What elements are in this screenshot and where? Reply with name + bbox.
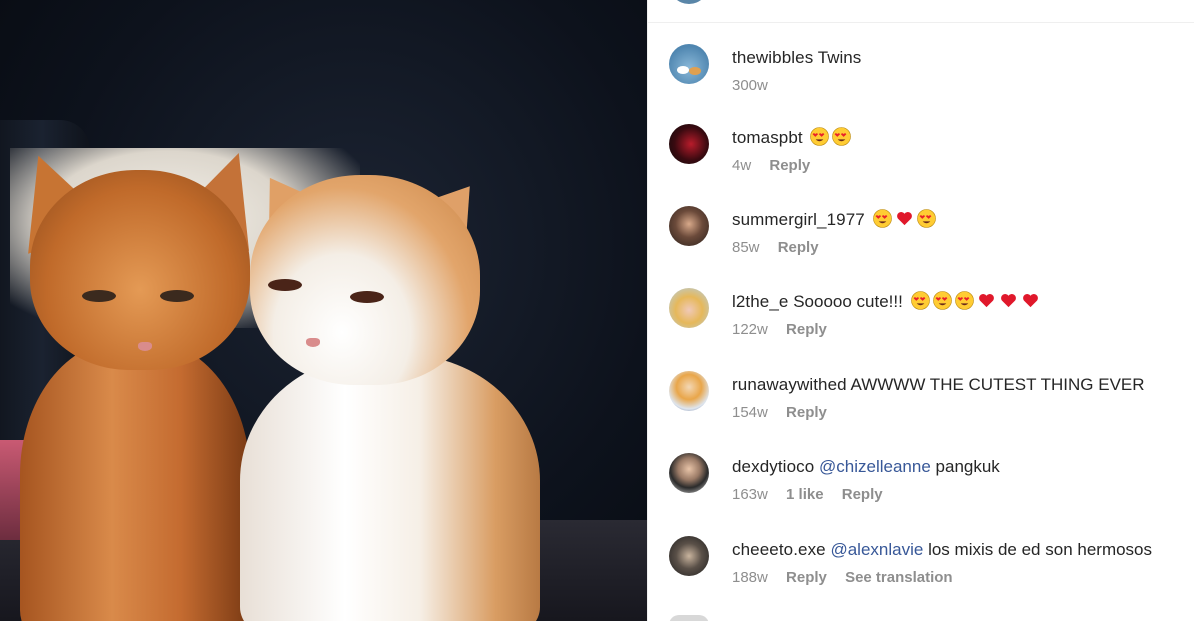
comment-meta: 154w Reply — [732, 404, 841, 421]
white-orange-fold-kitten — [240, 159, 540, 621]
comment-time[interactable]: 163w — [732, 486, 768, 503]
comment-body: pangkuk — [935, 457, 1000, 476]
comment-body: los mixis de ed son hermosos — [928, 540, 1153, 559]
comment-username[interactable]: thewibbles — [732, 48, 813, 67]
avatar[interactable] — [669, 288, 709, 328]
comment-text: cheeeto.exe @alexnlavie los mixis de ed … — [732, 539, 1182, 561]
red-heart-emoji-icon — [1022, 294, 1038, 308]
cats-avatar-icon — [677, 66, 701, 75]
comment-time[interactable]: 85w — [732, 239, 760, 256]
comment-text: l2the_e Sooooo cute!!! — [732, 291, 1182, 313]
avatar[interactable] — [669, 44, 709, 84]
post-photo[interactable] — [0, 0, 647, 621]
likes-count-button[interactable]: 1 like — [786, 486, 824, 503]
comment-meta: 163w 1 like Reply — [732, 486, 897, 503]
comment-item: thewibbles Twins 300w — [648, 44, 1194, 114]
avatar[interactable] — [669, 536, 709, 576]
reply-button[interactable]: Reply — [842, 486, 883, 503]
orange-tabby-kitten — [0, 139, 277, 621]
comment-meta: 4w Reply — [732, 157, 824, 174]
comment-body: Sooooo cute!!! — [793, 292, 903, 311]
comment-body: AWWWW THE CUTEST THING EVER — [850, 375, 1145, 394]
comment-text: dexdytioco @chizelleanne pangkuk — [732, 456, 1182, 478]
reply-button[interactable]: Reply — [786, 404, 827, 421]
avatar[interactable] — [669, 206, 709, 246]
heart-eyes-emoji-icon — [832, 127, 852, 146]
avatar[interactable] — [669, 371, 709, 411]
comment-username[interactable]: l2the_e — [732, 292, 788, 311]
comment-item: l2the_e Sooooo cute!!! 122w Reply — [648, 288, 1194, 358]
comment-meta: 188w Reply See translation — [732, 569, 967, 586]
heart-eyes-emoji-icon — [810, 127, 830, 146]
reply-button[interactable]: Reply — [786, 569, 827, 586]
see-translation-button[interactable]: See translation — [845, 569, 953, 586]
comment-time[interactable]: 300w — [732, 77, 768, 94]
comment-text: thewibbles Twins — [732, 47, 1182, 69]
comment-item: dexdytioco @chizelleanne pangkuk 163w 1 … — [648, 453, 1194, 523]
comments-panel[interactable]: thewibbles Twins 300w tomaspbt 4w Reply … — [647, 0, 1194, 621]
comment-username[interactable]: tomaspbt — [732, 128, 803, 147]
heart-eyes-emoji-icon — [932, 291, 952, 310]
comment-body: Twins — [817, 48, 862, 67]
divider — [648, 22, 1194, 23]
comment-meta: 300w — [732, 77, 782, 94]
reply-button[interactable]: Reply — [769, 157, 810, 174]
comment-time[interactable]: 188w — [732, 569, 768, 586]
comment-meta: 122w Reply — [732, 321, 841, 338]
comment-time[interactable]: 122w — [732, 321, 768, 338]
heart-eyes-emoji-icon — [872, 209, 892, 228]
comment-text: runawaywithed AWWWW THE CUTEST THING EVE… — [732, 374, 1182, 396]
comment-username[interactable]: dexdytioco — [732, 457, 814, 476]
comment-item: cheeeto.exe @alexnlavie los mixis de ed … — [648, 536, 1194, 606]
comment-item: tomaspbt 4w Reply — [648, 124, 1194, 194]
heart-eyes-emoji-icon — [954, 291, 974, 310]
comment-time[interactable]: 154w — [732, 404, 768, 421]
reply-button[interactable]: Reply — [786, 321, 827, 338]
red-heart-emoji-icon — [896, 212, 912, 226]
comment-meta: 85w Reply — [732, 239, 833, 256]
heart-eyes-emoji-icon — [916, 209, 936, 228]
comment-text: tomaspbt — [732, 127, 1182, 149]
avatar[interactable] — [669, 453, 709, 493]
comment-username[interactable]: cheeeto.exe — [732, 540, 826, 559]
red-heart-emoji-icon — [1000, 294, 1016, 308]
comment-username[interactable]: runawaywithed — [732, 375, 847, 394]
comment-item: runawaywithed AWWWW THE CUTEST THING EVE… — [648, 371, 1194, 441]
next-comment-avatar — [669, 615, 709, 621]
reply-button[interactable]: Reply — [778, 239, 819, 256]
comment-time[interactable]: 4w — [732, 157, 751, 174]
comment-text: summergirl_1977 — [732, 209, 1182, 231]
red-heart-emoji-icon — [978, 294, 994, 308]
comment-item: summergirl_1977 85w Reply — [648, 206, 1194, 276]
comment-username[interactable]: summergirl_1977 — [732, 210, 865, 229]
avatar[interactable] — [669, 124, 709, 164]
mention-link[interactable]: @alexnlavie — [830, 540, 923, 559]
author-avatar[interactable] — [669, 0, 709, 4]
heart-eyes-emoji-icon — [910, 291, 930, 310]
mention-link[interactable]: @chizelleanne — [819, 457, 931, 476]
